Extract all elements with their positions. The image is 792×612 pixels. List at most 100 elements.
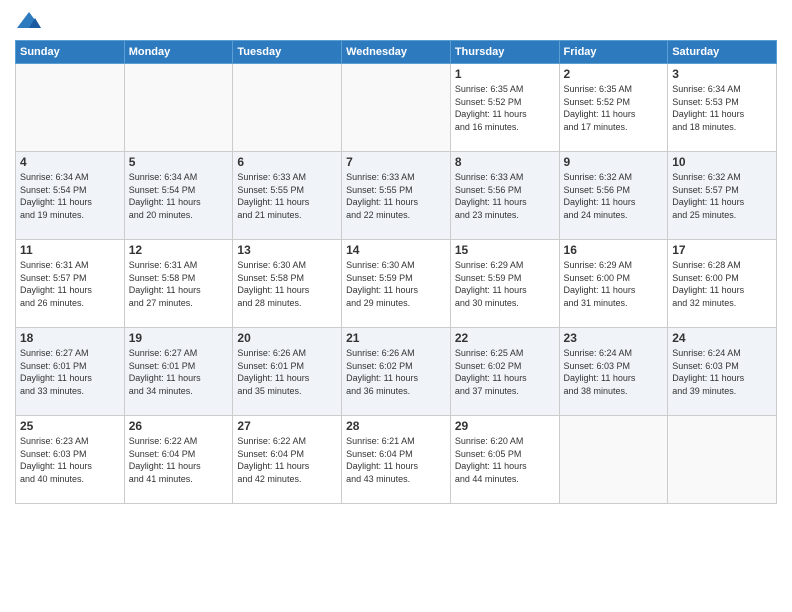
day-number: 11 (20, 243, 120, 257)
day-number: 29 (455, 419, 555, 433)
calendar-header-monday: Monday (124, 41, 233, 64)
calendar-cell: 12 Sunrise: 6:31 AMSunset: 5:58 PMDayligh… (124, 240, 233, 328)
day-number: 16 (564, 243, 664, 257)
day-info: Sunrise: 6:29 AMSunset: 6:00 PMDaylight:… (564, 259, 664, 309)
day-number: 18 (20, 331, 120, 345)
calendar-header-thursday: Thursday (450, 41, 559, 64)
calendar-cell: 27 Sunrise: 6:22 AMSunset: 6:04 PMDayligh… (233, 416, 342, 504)
day-info: Sunrise: 6:24 AMSunset: 6:03 PMDaylight:… (564, 347, 664, 397)
day-info: Sunrise: 6:22 AMSunset: 6:04 PMDaylight:… (129, 435, 229, 485)
day-info: Sunrise: 6:33 AMSunset: 5:55 PMDaylight:… (346, 171, 446, 221)
day-info: Sunrise: 6:27 AMSunset: 6:01 PMDaylight:… (129, 347, 229, 397)
day-info: Sunrise: 6:24 AMSunset: 6:03 PMDaylight:… (672, 347, 772, 397)
calendar-cell: 8 Sunrise: 6:33 AMSunset: 5:56 PMDaylight… (450, 152, 559, 240)
day-number: 8 (455, 155, 555, 169)
calendar-cell: 9 Sunrise: 6:32 AMSunset: 5:56 PMDaylight… (559, 152, 668, 240)
day-number: 10 (672, 155, 772, 169)
day-number: 4 (20, 155, 120, 169)
calendar-cell: 29 Sunrise: 6:20 AMSunset: 6:05 PMDayligh… (450, 416, 559, 504)
calendar-week-2: 4 Sunrise: 6:34 AMSunset: 5:54 PMDaylight… (16, 152, 777, 240)
calendar-cell: 4 Sunrise: 6:34 AMSunset: 5:54 PMDaylight… (16, 152, 125, 240)
header (15, 10, 777, 32)
logo (15, 10, 47, 32)
calendar-week-3: 11 Sunrise: 6:31 AMSunset: 5:57 PMDayligh… (16, 240, 777, 328)
calendar-week-1: 1 Sunrise: 6:35 AMSunset: 5:52 PMDaylight… (16, 64, 777, 152)
day-number: 24 (672, 331, 772, 345)
day-number: 9 (564, 155, 664, 169)
day-info: Sunrise: 6:32 AMSunset: 5:56 PMDaylight:… (564, 171, 664, 221)
day-number: 23 (564, 331, 664, 345)
day-info: Sunrise: 6:30 AMSunset: 5:58 PMDaylight:… (237, 259, 337, 309)
day-number: 1 (455, 67, 555, 81)
calendar-cell (16, 64, 125, 152)
day-number: 13 (237, 243, 337, 257)
day-info: Sunrise: 6:23 AMSunset: 6:03 PMDaylight:… (20, 435, 120, 485)
day-info: Sunrise: 6:35 AMSunset: 5:52 PMDaylight:… (455, 83, 555, 133)
day-info: Sunrise: 6:31 AMSunset: 5:57 PMDaylight:… (20, 259, 120, 309)
page: SundayMondayTuesdayWednesdayThursdayFrid… (0, 0, 792, 612)
day-number: 19 (129, 331, 229, 345)
day-info: Sunrise: 6:32 AMSunset: 5:57 PMDaylight:… (672, 171, 772, 221)
calendar-cell (124, 64, 233, 152)
day-number: 5 (129, 155, 229, 169)
day-info: Sunrise: 6:33 AMSunset: 5:55 PMDaylight:… (237, 171, 337, 221)
day-number: 12 (129, 243, 229, 257)
calendar-header-wednesday: Wednesday (342, 41, 451, 64)
day-number: 6 (237, 155, 337, 169)
day-number: 26 (129, 419, 229, 433)
calendar-cell: 2 Sunrise: 6:35 AMSunset: 5:52 PMDaylight… (559, 64, 668, 152)
calendar-header-sunday: Sunday (16, 41, 125, 64)
calendar-cell: 25 Sunrise: 6:23 AMSunset: 6:03 PMDayligh… (16, 416, 125, 504)
day-number: 22 (455, 331, 555, 345)
calendar-cell: 22 Sunrise: 6:25 AMSunset: 6:02 PMDayligh… (450, 328, 559, 416)
calendar-cell: 18 Sunrise: 6:27 AMSunset: 6:01 PMDayligh… (16, 328, 125, 416)
day-info: Sunrise: 6:25 AMSunset: 6:02 PMDaylight:… (455, 347, 555, 397)
calendar-cell: 10 Sunrise: 6:32 AMSunset: 5:57 PMDayligh… (668, 152, 777, 240)
day-number: 20 (237, 331, 337, 345)
calendar-header-friday: Friday (559, 41, 668, 64)
day-info: Sunrise: 6:35 AMSunset: 5:52 PMDaylight:… (564, 83, 664, 133)
day-info: Sunrise: 6:30 AMSunset: 5:59 PMDaylight:… (346, 259, 446, 309)
day-number: 27 (237, 419, 337, 433)
calendar: SundayMondayTuesdayWednesdayThursdayFrid… (15, 40, 777, 504)
calendar-cell: 21Sunrise: 6:26 AMSunset: 6:02 PMDayligh… (342, 328, 451, 416)
day-number: 25 (20, 419, 120, 433)
calendar-cell: 5 Sunrise: 6:34 AMSunset: 5:54 PMDaylight… (124, 152, 233, 240)
calendar-cell: 17 Sunrise: 6:28 AMSunset: 6:00 PMDayligh… (668, 240, 777, 328)
day-number: 3 (672, 67, 772, 81)
calendar-cell: 11 Sunrise: 6:31 AMSunset: 5:57 PMDayligh… (16, 240, 125, 328)
logo-icon (15, 10, 43, 32)
day-number: 14 (346, 243, 446, 257)
day-info: Sunrise: 6:33 AMSunset: 5:56 PMDaylight:… (455, 171, 555, 221)
calendar-cell: 7Sunrise: 6:33 AMSunset: 5:55 PMDaylight… (342, 152, 451, 240)
day-info: Sunrise: 6:22 AMSunset: 6:04 PMDaylight:… (237, 435, 337, 485)
calendar-cell (233, 64, 342, 152)
calendar-cell: 13 Sunrise: 6:30 AMSunset: 5:58 PMDayligh… (233, 240, 342, 328)
day-info: Sunrise: 6:21 AMSunset: 6:04 PMDaylight:… (346, 435, 446, 485)
calendar-cell: 14 Sunrise: 6:30 AMSunset: 5:59 PMDayligh… (342, 240, 451, 328)
calendar-header-row: SundayMondayTuesdayWednesdayThursdayFrid… (16, 41, 777, 64)
calendar-cell: 3Sunrise: 6:34 AMSunset: 5:53 PMDaylight… (668, 64, 777, 152)
day-number: 15 (455, 243, 555, 257)
calendar-cell: 23 Sunrise: 6:24 AMSunset: 6:03 PMDayligh… (559, 328, 668, 416)
calendar-cell: 20 Sunrise: 6:26 AMSunset: 6:01 PMDayligh… (233, 328, 342, 416)
calendar-cell: 26 Sunrise: 6:22 AMSunset: 6:04 PMDayligh… (124, 416, 233, 504)
day-info: Sunrise: 6:29 AMSunset: 5:59 PMDaylight:… (455, 259, 555, 309)
day-info: Sunrise: 6:31 AMSunset: 5:58 PMDaylight:… (129, 259, 229, 309)
calendar-cell: 28Sunrise: 6:21 AMSunset: 6:04 PMDayligh… (342, 416, 451, 504)
day-info: Sunrise: 6:34 AMSunset: 5:54 PMDaylight:… (20, 171, 120, 221)
calendar-header-tuesday: Tuesday (233, 41, 342, 64)
day-info: Sunrise: 6:27 AMSunset: 6:01 PMDaylight:… (20, 347, 120, 397)
day-info: Sunrise: 6:20 AMSunset: 6:05 PMDaylight:… (455, 435, 555, 485)
calendar-cell: 24 Sunrise: 6:24 AMSunset: 6:03 PMDayligh… (668, 328, 777, 416)
day-number: 17 (672, 243, 772, 257)
day-info: Sunrise: 6:26 AMSunset: 6:01 PMDaylight:… (237, 347, 337, 397)
day-info: Sunrise: 6:34 AMSunset: 5:54 PMDaylight:… (129, 171, 229, 221)
day-info: Sunrise: 6:28 AMSunset: 6:00 PMDaylight:… (672, 259, 772, 309)
calendar-week-4: 18 Sunrise: 6:27 AMSunset: 6:01 PMDayligh… (16, 328, 777, 416)
day-number: 2 (564, 67, 664, 81)
calendar-cell: 6 Sunrise: 6:33 AMSunset: 5:55 PMDaylight… (233, 152, 342, 240)
calendar-cell: 19 Sunrise: 6:27 AMSunset: 6:01 PMDayligh… (124, 328, 233, 416)
calendar-cell: 15 Sunrise: 6:29 AMSunset: 5:59 PMDayligh… (450, 240, 559, 328)
calendar-header-saturday: Saturday (668, 41, 777, 64)
